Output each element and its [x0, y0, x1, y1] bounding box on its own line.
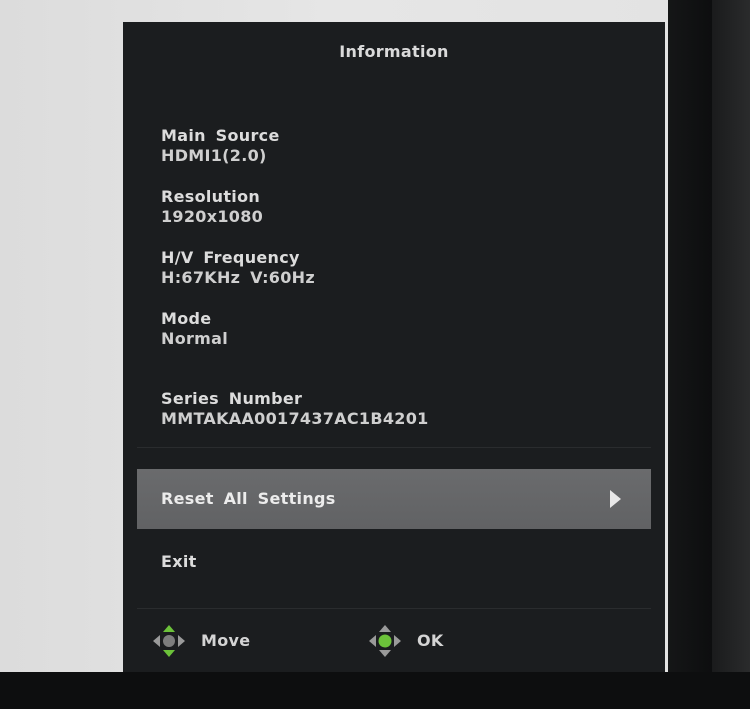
info-label: Series Number — [161, 389, 303, 408]
osd-title: Information — [339, 42, 449, 61]
reset-all-settings-label: Reset All Settings — [161, 489, 336, 508]
monitor-bezel-edge — [712, 0, 750, 709]
info-value: H:67KHz V:60Hz — [161, 268, 315, 287]
info-label: Main Source — [161, 126, 280, 145]
info-label: H/V Frequency — [161, 248, 300, 267]
info-label: Mode — [161, 309, 212, 328]
info-series-number: Series Number MMTAKAA0017437AC1B4201 — [161, 389, 429, 429]
info-hv-frequency: H/V Frequency H:67KHz V:60Hz — [161, 248, 315, 288]
info-resolution: Resolution 1920x1080 — [161, 187, 263, 227]
info-value: 1920x1080 — [161, 207, 264, 226]
exit-label: Exit — [161, 552, 197, 571]
reset-all-settings-item[interactable]: Reset All Settings — [137, 469, 651, 529]
dpad-ok-icon — [369, 625, 401, 657]
info-value: HDMI1(2.0) — [161, 146, 267, 165]
info-main-source: Main Source HDMI1(2.0) — [161, 126, 280, 166]
monitor-bezel-bottom — [0, 672, 750, 709]
info-value: MMTAKAA0017437AC1B4201 — [161, 409, 429, 428]
ok-label: OK — [417, 631, 444, 650]
info-label: Resolution — [161, 187, 261, 206]
exit-item[interactable]: Exit — [137, 542, 651, 582]
info-mode: Mode Normal — [161, 309, 228, 349]
triangle-right-icon — [610, 490, 621, 508]
info-value: Normal — [161, 329, 229, 348]
osd-information-panel: Information Main Source HDMI1(2.0) Resol… — [123, 22, 665, 672]
divider — [137, 608, 651, 609]
divider — [137, 447, 651, 448]
move-label: Move — [201, 631, 251, 650]
dpad-move-icon — [153, 625, 185, 657]
